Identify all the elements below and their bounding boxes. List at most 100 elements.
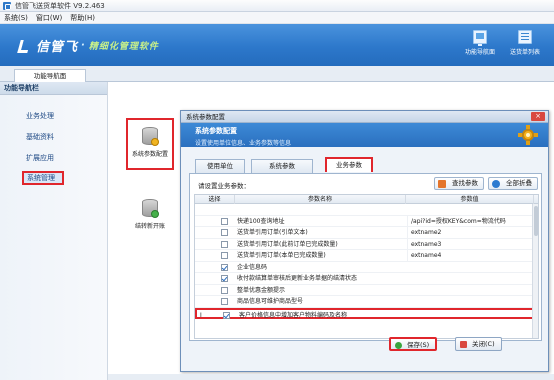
- find-params-button[interactable]: 查找参数: [434, 177, 484, 190]
- menu-system[interactable]: 系统(S): [4, 13, 28, 23]
- row-checkbox[interactable]: [221, 252, 228, 259]
- close-label: 关闭(C): [472, 340, 495, 348]
- database-settings-icon: [141, 126, 159, 146]
- param-name: 企业信息码: [237, 263, 268, 271]
- business-params-panel: 请设置业务参数： 查找参数 全部折叠 选择 参数名称 参数值 快递100查询地址…: [189, 173, 542, 341]
- grid-header: 选择 参数名称 参数值: [195, 195, 538, 204]
- menu-help[interactable]: 帮助(H): [70, 13, 95, 23]
- dialog-header: 系统参数配置 设置使用单位信息、业务参数等信息: [181, 123, 548, 147]
- sidebar-item-extensions[interactable]: 扩展应用: [26, 153, 54, 163]
- delivery-list-button[interactable]: 送货单列表: [505, 30, 545, 56]
- table-row[interactable]: 企业信息码: [195, 262, 538, 273]
- param-value[interactable]: extname2: [407, 227, 538, 238]
- window-titlebar: 信管飞送货单软件 V9.2.463: [0, 0, 554, 12]
- scrollbar-thumb[interactable]: [534, 206, 538, 236]
- param-name: 快递100查询地址: [237, 217, 285, 225]
- list-icon: [518, 30, 532, 44]
- logo-text: 信管飞: [36, 39, 79, 55]
- dialog-titlebar: 系统参数配置 ×: [181, 111, 548, 123]
- nav-panel-label: 功能导航面: [464, 49, 495, 56]
- param-name: 送货单引用订单(引单文本): [237, 229, 308, 236]
- menu-bar: 系统(S) 窗口(W) 帮助(H): [0, 12, 554, 24]
- year-end-label: 结转新开账: [134, 223, 165, 230]
- search-icon: [438, 180, 446, 188]
- param-name: 送货单引用订单(本单已完成数量): [237, 252, 326, 259]
- params-grid: 选择 参数名称 参数值 快递100查询地址/api?id=授权KEY&com=物…: [194, 194, 539, 339]
- sidebar-item-business[interactable]: 业务处理: [26, 111, 54, 121]
- table-row[interactable]: I 客户价格信息中增加客户物料编码及名称: [195, 307, 538, 319]
- row-marker: I: [200, 311, 202, 319]
- collapse-all-label: 全部折叠: [506, 179, 532, 187]
- delivery-list-label: 送货单列表: [509, 49, 540, 56]
- table-row[interactable]: 收付款结算单审核后更新业务单据的结清状态: [195, 273, 538, 285]
- status-bar: [108, 374, 554, 380]
- logo-dot: ·: [81, 39, 86, 51]
- nav-panel-button[interactable]: 功能导航面: [460, 30, 500, 56]
- panel-label: 请设置业务参数：: [198, 182, 250, 190]
- param-name: 客户价格信息中增加客户物料编码及名称: [239, 311, 348, 319]
- param-name: 收付款结算单审核后更新业务单据的结清状态: [237, 275, 358, 282]
- system-params-label: 系统参数配置: [131, 151, 168, 158]
- gear-icon: [518, 125, 538, 145]
- dialog-close-button[interactable]: ×: [531, 112, 545, 121]
- row-checkbox[interactable]: [221, 275, 228, 282]
- collapse-icon: [492, 180, 500, 188]
- sidebar-item-basic-data[interactable]: 基础资料: [26, 132, 54, 142]
- param-name: 商品信息可维护商品型号: [237, 298, 304, 305]
- window-title: 信管飞送货单软件 V9.2.463: [15, 1, 105, 10]
- row-checkbox[interactable]: [221, 263, 228, 271]
- save-button[interactable]: 保存(S): [389, 337, 438, 351]
- row-checkbox[interactable]: [221, 298, 228, 305]
- monitor-icon: [473, 30, 487, 46]
- table-row[interactable]: 整单优惠金额提示: [195, 285, 538, 296]
- app-banner: 信管飞 · 精细化管理软件 功能导航面 送货单列表: [0, 24, 554, 66]
- system-params-shortcut[interactable]: 系统参数配置: [126, 118, 174, 170]
- tab-business-params[interactable]: 业务参数: [325, 157, 373, 172]
- row-checkbox[interactable]: [223, 311, 230, 319]
- grid-scrollbar[interactable]: [532, 204, 538, 338]
- table-row[interactable]: [195, 204, 538, 216]
- sidebar-header: 功能导航栏: [0, 82, 107, 95]
- main-tabstrip: 功能导航面: [0, 66, 554, 82]
- close-button[interactable]: 关闭(C): [455, 337, 502, 351]
- param-value[interactable]: /api?id=授权KEY&com=物流代码: [407, 215, 538, 227]
- col-param-value: 参数值: [406, 195, 534, 204]
- year-end-shortcut[interactable]: 结转新开账: [128, 198, 172, 230]
- row-checkbox[interactable]: [221, 229, 228, 236]
- table-row[interactable]: 送货单引用订单(本单已完成数量) extname4: [195, 250, 538, 262]
- menu-window[interactable]: 窗口(W): [36, 13, 62, 23]
- close-icon: [460, 341, 467, 348]
- table-row[interactable]: 送货单引用订单(此前订单已完成数量) extname3: [195, 238, 538, 250]
- tab-user-unit[interactable]: 使用单位: [195, 159, 245, 173]
- dialog-header-title: 系统参数配置: [195, 127, 237, 135]
- row-checkbox[interactable]: [221, 240, 228, 248]
- system-params-dialog: 系统参数配置 × 系统参数配置 设置使用单位信息、业务参数等信息 使用单位 系统…: [180, 110, 549, 372]
- param-name: 送货单引用订单(此前订单已完成数量): [237, 240, 338, 248]
- database-refresh-icon: [141, 198, 159, 218]
- logo-mark-icon: [18, 38, 32, 52]
- grid-body: 快递100查询地址/api?id=授权KEY&com=物流代码 送货单引用订单(引…: [195, 204, 538, 319]
- brand-slogan: 精细化管理软件: [88, 41, 159, 52]
- collapse-all-button[interactable]: 全部折叠: [488, 177, 538, 190]
- dialog-title: 系统参数配置: [186, 113, 225, 121]
- sidebar-item-system-admin[interactable]: 系统管理: [22, 171, 64, 185]
- param-value[interactable]: extname4: [407, 250, 538, 261]
- col-param-name: 参数名称: [235, 195, 406, 204]
- tab-system-params[interactable]: 系统参数: [251, 159, 313, 173]
- brand-logo: 信管飞 · 精细化管理软件: [18, 36, 159, 55]
- row-checkbox[interactable]: [221, 286, 228, 294]
- table-row[interactable]: 商品信息可维护商品型号: [195, 296, 538, 308]
- table-row[interactable]: 快递100查询地址/api?id=授权KEY&com=物流代码: [195, 215, 538, 227]
- param-name: 整单优惠金额提示: [237, 286, 286, 294]
- col-select: 选择: [195, 195, 235, 204]
- find-params-label: 查找参数: [452, 179, 478, 187]
- dialog-header-subtitle: 设置使用单位信息、业务参数等信息: [195, 140, 292, 147]
- param-value[interactable]: extname3: [407, 238, 538, 250]
- row-checkbox[interactable]: [221, 217, 228, 225]
- save-label: 保存(S): [407, 341, 430, 349]
- table-row[interactable]: 送货单引用订单(引单文本) extname2: [195, 227, 538, 239]
- checkmark-icon: [395, 342, 402, 349]
- tab-nav-panel[interactable]: 功能导航面: [14, 69, 86, 82]
- app-icon: [3, 1, 11, 10]
- sidebar: 功能导航栏 业务处理 基础资料 扩展应用 系统管理: [0, 82, 108, 380]
